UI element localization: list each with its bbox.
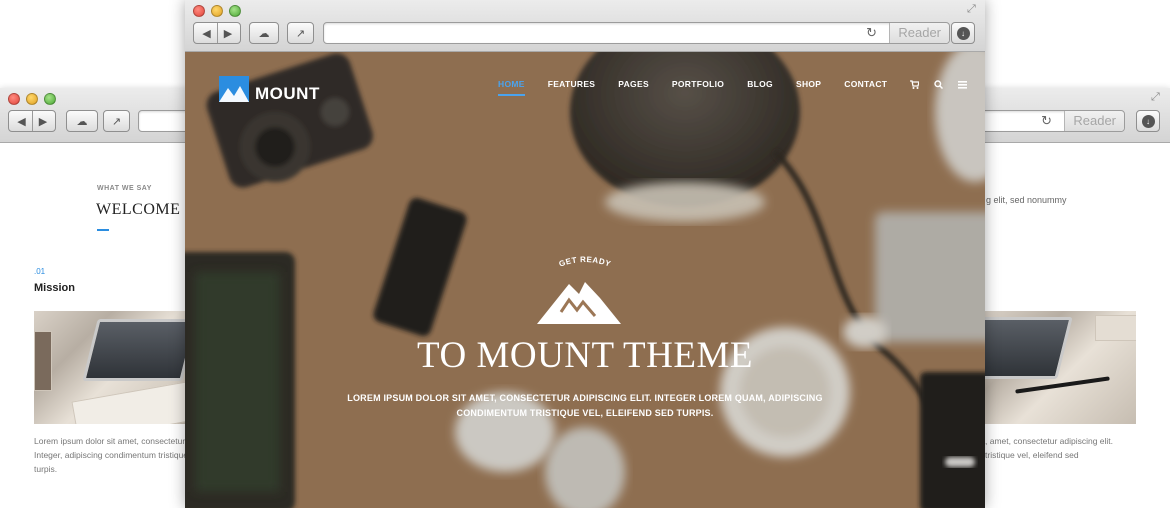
nav-item-shop[interactable]: SHOP bbox=[796, 79, 821, 89]
reader-button[interactable]: Reader bbox=[1064, 111, 1124, 131]
desktop-stage: ◀ ▶ ☁ ↗ ↻ Reader ↓ ⤢ WHAT WE SAY WELCOME… bbox=[0, 0, 1170, 508]
text-line: tristique vel, eleifend sed bbox=[985, 450, 1079, 460]
mountain-logo-icon bbox=[219, 76, 249, 102]
back-arrow-icon[interactable]: ◀ bbox=[11, 111, 32, 131]
download-icon: ↓ bbox=[1141, 114, 1155, 128]
reload-icon[interactable]: ↻ bbox=[866, 25, 877, 41]
hero-title: TO MOUNT THEME bbox=[417, 335, 753, 376]
section-title: WELCOME bbox=[96, 201, 181, 218]
text-line: turpis. bbox=[34, 464, 58, 474]
mission-text-left: Lorem ipsum dolor sit amet, consectetur … bbox=[34, 434, 185, 476]
share-icon: ↗ bbox=[111, 115, 122, 128]
back-window-controls bbox=[8, 93, 56, 105]
title-underline bbox=[97, 229, 109, 231]
hero-subtitle: LOREM IPSUM DOLOR SIT AMET, CONSECTETUR … bbox=[335, 391, 835, 421]
cart-icon[interactable] bbox=[910, 79, 920, 89]
forward-arrow-icon[interactable]: ▶ bbox=[217, 23, 238, 43]
mission-number: .01 bbox=[34, 267, 46, 276]
icloud-tabs-button[interactable]: ☁ bbox=[249, 22, 279, 44]
back-forward-buttons[interactable]: ◀ ▶ bbox=[193, 22, 241, 44]
nav-item-home[interactable]: HOME bbox=[498, 79, 525, 96]
nav-item-contact[interactable]: CONTACT bbox=[844, 79, 887, 89]
hero-subtitle-line: LOREM IPSUM DOLOR SIT AMET, CONSECTETUR … bbox=[347, 393, 823, 403]
hero-badge: GET READY bbox=[537, 255, 621, 324]
front-browser-toolbar: ◀ ▶ ☁ ↗ ↻ Reader ↓ ⤢ bbox=[185, 0, 985, 52]
section-intro-text: g elit, sed nonummy bbox=[986, 195, 1067, 205]
cloud-icon: ☁ bbox=[258, 27, 270, 40]
share-button[interactable]: ↗ bbox=[287, 22, 314, 44]
minimize-button[interactable] bbox=[26, 93, 38, 105]
back-arrow-icon[interactable]: ◀ bbox=[196, 23, 217, 43]
downloads-button[interactable]: ↓ bbox=[951, 22, 975, 44]
downloads-button[interactable]: ↓ bbox=[1136, 110, 1160, 132]
mission-image-left bbox=[34, 311, 185, 424]
search-icon[interactable] bbox=[934, 79, 944, 89]
reader-button[interactable]: Reader bbox=[889, 23, 949, 43]
hero-eyebrow: GET READY bbox=[558, 255, 613, 269]
front-browser-window: ◀ ▶ ☁ ↗ ↻ Reader ↓ ⤢ MOUNT HOME FEATURES… bbox=[185, 0, 985, 508]
nav-item-blog[interactable]: BLOG bbox=[747, 79, 773, 89]
front-address-bar[interactable]: ↻ Reader bbox=[323, 22, 950, 44]
download-icon: ↓ bbox=[956, 26, 970, 40]
fullscreen-icon[interactable]: ⤢ bbox=[967, 3, 976, 16]
site-name: MOUNT bbox=[255, 84, 320, 103]
nav-item-portfolio[interactable]: PORTFOLIO bbox=[672, 79, 724, 89]
zoom-button[interactable] bbox=[44, 93, 56, 105]
zoom-button[interactable] bbox=[229, 5, 241, 17]
mission-title: Mission bbox=[34, 282, 75, 294]
close-button[interactable] bbox=[193, 5, 205, 17]
section-eyebrow: WHAT WE SAY bbox=[97, 185, 152, 192]
share-icon: ↗ bbox=[295, 27, 306, 40]
text-line: Integer, adipiscing condimentum tristiqu… bbox=[34, 450, 185, 460]
back-forward-buttons[interactable]: ◀ ▶ bbox=[8, 110, 56, 132]
fullscreen-icon[interactable]: ⤢ bbox=[1151, 91, 1160, 104]
minimize-button[interactable] bbox=[211, 5, 223, 17]
share-button[interactable]: ↗ bbox=[103, 110, 130, 132]
text-line: Lorem ipsum dolor sit amet, consectetur bbox=[34, 436, 185, 446]
cloud-icon: ☁ bbox=[76, 115, 88, 128]
front-window-controls bbox=[193, 5, 241, 17]
mission-text-right: , amet, consectetur adipiscing elit. tri… bbox=[985, 434, 1145, 462]
main-navigation: HOME FEATURES PAGES PORTFOLIO BLOG SHOP … bbox=[498, 79, 982, 96]
icloud-tabs-button[interactable]: ☁ bbox=[66, 110, 98, 132]
menu-icon[interactable] bbox=[958, 80, 968, 89]
close-button[interactable] bbox=[8, 93, 20, 105]
text-line: , amet, consectetur adipiscing elit. bbox=[985, 436, 1114, 446]
hero-subtitle-line: CONDIMENTUM TRISTIQUE VEL, ELEIFEND SED … bbox=[456, 408, 714, 418]
site-logo[interactable]: MOUNT bbox=[219, 74, 320, 104]
forward-arrow-icon[interactable]: ▶ bbox=[32, 111, 53, 131]
reload-icon[interactable]: ↻ bbox=[1041, 113, 1052, 129]
mission-image-right bbox=[985, 311, 1136, 424]
nav-item-pages[interactable]: PAGES bbox=[618, 79, 649, 89]
hero-section: MOUNT HOME FEATURES PAGES PORTFOLIO BLOG… bbox=[185, 52, 985, 508]
nav-item-features[interactable]: FEATURES bbox=[548, 79, 596, 89]
mountain-icon bbox=[537, 282, 621, 324]
